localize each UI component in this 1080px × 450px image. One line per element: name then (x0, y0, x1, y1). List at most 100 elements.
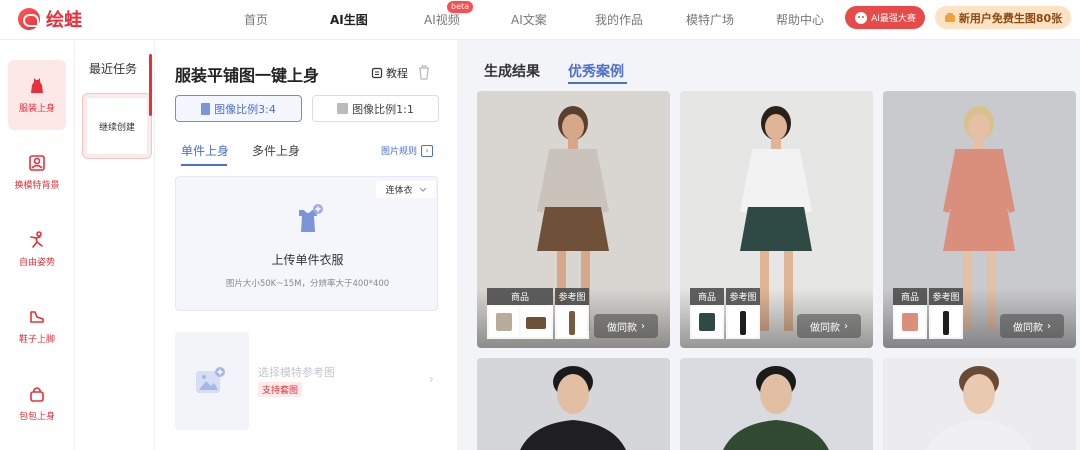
category-select[interactable]: 连体衣 (376, 181, 436, 198)
chevron-right-icon: › (844, 320, 848, 332)
ratio-3-4-button[interactable]: 图像比例3:4 (175, 95, 302, 122)
nav-home[interactable]: 首页 (244, 11, 268, 28)
add-image-icon (196, 367, 225, 393)
make-same-style-label: 做同款 (810, 322, 840, 334)
free-generation-label: 新用户免费生图80张 (958, 11, 1063, 25)
logo-icon (18, 8, 40, 30)
product-reference-strip: 商品 参考图 (690, 288, 760, 340)
contest-label: AI最强大赛 (871, 14, 916, 24)
nav-model-square[interactable]: 模特广场 (686, 11, 734, 28)
sidebar-item-label: 自由姿势 (18, 257, 55, 268)
tab-generated-results[interactable]: 生成结果 (484, 61, 540, 81)
nav-ai-copy[interactable]: AI文案 (511, 11, 547, 28)
product-tag: 商品 (487, 288, 553, 305)
product-column: 商品 (690, 288, 724, 340)
tab-multi-item[interactable]: 多件上身 (252, 142, 300, 159)
model-reference-label: 选择模特参考图 (258, 366, 335, 379)
make-same-style-label: 做同款 (1013, 322, 1043, 334)
reference-column: 参考图 (555, 288, 589, 340)
sidebar-item-label: 包包上身 (18, 411, 55, 422)
sidebar-item-label: 鞋子上脚 (18, 334, 55, 345)
upload-title: 上传单件衣服 (271, 253, 344, 267)
case-card[interactable]: 商品 参考图 做同款 › (883, 91, 1076, 348)
chevron-right-icon: › (1047, 320, 1051, 332)
brand-logo[interactable]: 绘蛙 (18, 6, 82, 32)
continue-create-label: 继续创建 (98, 122, 135, 133)
case-card[interactable] (477, 358, 670, 450)
model-reference-thumbnail (175, 332, 249, 430)
square-ratio-icon (337, 103, 349, 114)
portrait-ratio-icon (201, 102, 211, 115)
free-generation-button[interactable]: 新用户免费生图80张 (935, 6, 1071, 29)
reference-column: 参考图 (726, 288, 760, 340)
product-thumbnail (692, 307, 722, 337)
portrait-icon (29, 154, 45, 171)
contest-button[interactable]: AI最强大赛 (845, 6, 925, 29)
trash-icon[interactable] (417, 64, 431, 80)
clothing-upload-area[interactable]: 连体衣 上传单件衣服 图片大小50K~15M，分辨率大于400*400 (175, 176, 438, 311)
active-task-indicator (149, 54, 152, 116)
shoe-icon (30, 310, 44, 323)
sidebar-item-background[interactable]: 换模特背景 (8, 137, 66, 207)
top-nav: 绘蛙 首页 AI生图 AI视频 beta AI文案 我的作品 模特广场 帮助中心… (0, 0, 1080, 40)
upload-hint: 图片大小50K~15M，分辨率大于400*400 (225, 279, 390, 289)
product-thumbnail (489, 307, 519, 337)
config-panel: 服装平铺图一键上身 教程 图像比例3:4 图像比例1:1 单件上身 多件上身 图… (155, 40, 457, 450)
recent-tasks-title: 最近任务 (89, 62, 138, 76)
upload-clothing-icon (299, 204, 323, 232)
nav-help-center[interactable]: 帮助中心 (776, 11, 824, 28)
model-photo (883, 358, 1076, 450)
product-thumbnail (521, 307, 551, 337)
continue-create-card[interactable]: 继续创建 (82, 93, 152, 159)
product-reference-strip: 商品 参考图 (893, 288, 963, 340)
case-card[interactable] (883, 358, 1076, 450)
nav-ai-image[interactable]: AI生图 (330, 11, 368, 28)
sidebar-item-shoes[interactable]: 鞋子上脚 (8, 291, 66, 361)
coin-icon (944, 12, 955, 22)
make-same-style-button[interactable]: 做同款 › (797, 314, 861, 338)
reference-column: 参考图 (929, 288, 963, 340)
sidebar-item-pose[interactable]: 自由姿势 (8, 214, 66, 284)
reference-thumbnails (929, 305, 963, 339)
product-thumbnails (487, 305, 553, 339)
image-rules-label: 图片规则 (381, 147, 418, 157)
image-rules-link[interactable]: 图片规则 › (381, 144, 434, 157)
product-thumbnails (893, 305, 927, 339)
product-tag: 商品 (690, 288, 724, 305)
tutorial-button[interactable]: 教程 (371, 65, 408, 81)
reference-tag: 参考图 (555, 288, 589, 305)
supports-set-badge: 支持套图 (258, 382, 303, 397)
tab-featured-cases[interactable]: 优秀案例 (568, 61, 624, 81)
nav-ai-video[interactable]: AI视频 (424, 11, 460, 28)
tab-single-item[interactable]: 单件上身 (181, 142, 229, 159)
reference-thumbnail (728, 307, 758, 337)
make-same-style-button[interactable]: 做同款 › (594, 314, 658, 338)
case-card[interactable]: 商品 参考图 做同款 › (680, 91, 873, 348)
ratio-label: 图像比例3:4 (214, 102, 276, 116)
feature-sidebar: 服装上身 换模特背景 自由姿势 鞋子上脚 包包上身 (0, 40, 75, 450)
recent-tasks-panel: 最近任务 继续创建 (75, 40, 155, 450)
chevron-right-icon: › (421, 144, 434, 157)
bag-icon (30, 386, 44, 402)
beta-badge: beta (447, 1, 474, 13)
product-column: 商品 (893, 288, 927, 340)
sidebar-item-bags[interactable]: 包包上身 (8, 368, 66, 438)
chevron-right-icon: › (429, 372, 434, 386)
dress-icon (31, 77, 43, 93)
sidebar-item-label: 服装上身 (18, 103, 55, 114)
product-reference-strip: 商品 参考图 (487, 288, 589, 340)
case-card[interactable]: 商品 参考图 做同款 › (477, 91, 670, 348)
brand-name: 绘蛙 (46, 10, 82, 31)
mascot-icon (855, 11, 868, 24)
model-reference-selector[interactable]: 选择模特参考图 支持套图 › (175, 332, 438, 430)
reference-thumbnails (726, 305, 760, 339)
ratio-1-1-button[interactable]: 图像比例1:1 (312, 95, 439, 122)
sidebar-item-label: 换模特背景 (14, 180, 60, 191)
book-icon (371, 67, 383, 79)
reference-tag: 参考图 (929, 288, 963, 305)
nav-my-works[interactable]: 我的作品 (595, 11, 643, 28)
case-card[interactable] (680, 358, 873, 450)
sidebar-item-clothing[interactable]: 服装上身 (8, 60, 66, 130)
make-same-style-button[interactable]: 做同款 › (1000, 314, 1064, 338)
results-gallery: 生成结果 优秀案例 商品 参考图 做同款 › 商品 参考图 做同款 › 商品 参… (457, 40, 1080, 450)
